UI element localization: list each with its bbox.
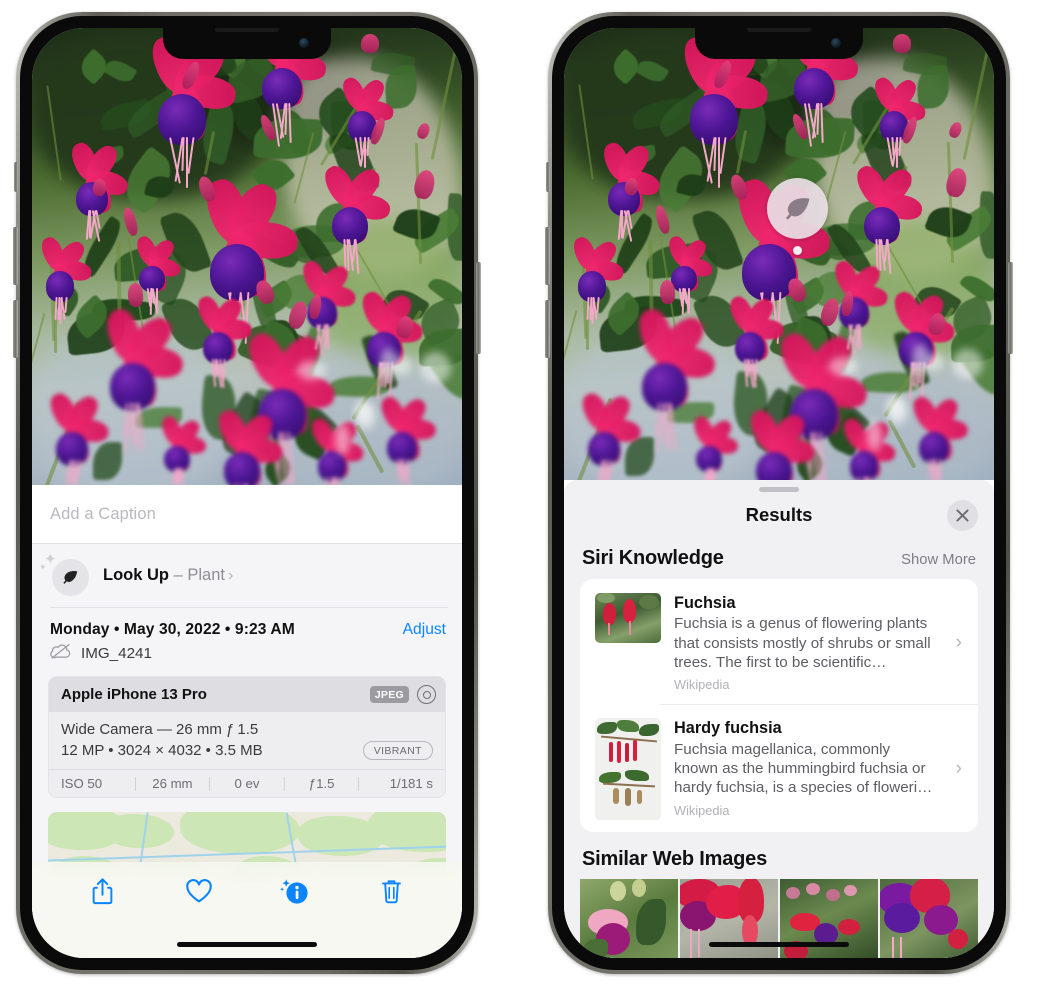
look-up-label: Look Up – Plant › (103, 566, 233, 585)
badge-anchor-dot (793, 246, 802, 255)
result-description: Fuchsia magellanica, commonly known as t… (674, 740, 933, 797)
result-thumbnail (595, 718, 661, 821)
chevron-right-icon: › (227, 567, 234, 584)
photo-info-sheet: Add a Caption ✦ ✦ Look Up – Plant › Mond… (32, 485, 462, 958)
exif-aperture: ƒ1.5 (308, 776, 335, 791)
screenshot-stage: Add a Caption ✦ ✦ Look Up – Plant › Mond… (0, 0, 1055, 985)
filename-row: IMG_4241 (32, 639, 462, 676)
camera-card-header: Apple iPhone 13 Pro JPEG (49, 677, 445, 712)
camera-card-body: Wide Camera — 26 mm ƒ 1.5 12 MP • 3024 ×… (49, 712, 445, 769)
camera-spec-line: 12 MP • 3024 × 4032 • 3.5 MB (61, 742, 263, 759)
result-source: Wikipedia (674, 802, 730, 818)
favorite-button[interactable] (182, 874, 216, 908)
screen-right: Results Siri Knowledge Show More Fuchsia… (564, 28, 994, 958)
similar-web-images-header: Similar Web Images (564, 832, 994, 879)
look-up-row[interactable]: ✦ ✦ Look Up – Plant › (32, 544, 462, 607)
camera-model: Apple iPhone 13 Pro (61, 686, 207, 703)
power-button[interactable] (1008, 262, 1013, 354)
exif-focal: 26 mm (152, 776, 193, 791)
volume-up-button[interactable] (545, 227, 550, 285)
photographic-style-badge: VIBRANT (362, 741, 433, 760)
leaf-icon (52, 559, 89, 596)
notch (695, 28, 863, 59)
camera-spec-row: 12 MP • 3024 × 4032 • 3.5 MB VIBRANT (61, 741, 433, 760)
volume-down-button[interactable] (545, 300, 550, 358)
home-indicator[interactable] (177, 942, 317, 947)
leaf-badge-icon (767, 178, 828, 239)
result-source: Wikipedia (674, 677, 730, 693)
iphone-right: Results Siri Knowledge Show More Fuchsia… (545, 12, 1013, 974)
front-camera-icon (299, 38, 309, 48)
home-indicator[interactable] (709, 942, 849, 947)
photo-datetime: Monday • May 30, 2022 • 9:23 AM (50, 621, 295, 638)
camera-header-tags: JPEG (369, 685, 436, 704)
earpiece-speaker (747, 28, 811, 32)
similar-web-images-title: Similar Web Images (582, 848, 767, 871)
caption-input[interactable]: Add a Caption (32, 485, 462, 544)
photo-viewer[interactable] (564, 28, 994, 480)
look-up-subject: Plant (187, 566, 225, 584)
visual-lookup-badge[interactable] (767, 178, 828, 255)
info-button[interactable] (278, 874, 312, 908)
front-camera-icon (831, 38, 841, 48)
device-bezel: Results Siri Knowledge Show More Fuchsia… (552, 16, 1006, 970)
siri-knowledge-title: Siri Knowledge (582, 547, 724, 569)
adjust-button[interactable]: Adjust (403, 621, 446, 639)
result-thumbnail (595, 593, 661, 643)
result-description: Fuchsia is a genus of flowering plants t… (674, 615, 931, 671)
iphone-left: Add a Caption ✦ ✦ Look Up – Plant › Mond… (13, 12, 481, 974)
screen-left: Add a Caption ✦ ✦ Look Up – Plant › Mond… (32, 28, 462, 958)
camera-exif-row: ISO 50 26 mm 0 ev ƒ1.5 1/181 s (49, 769, 445, 797)
siri-knowledge-card: Fuchsia Fuchsia is a genus of flowering … (580, 579, 978, 833)
list-item[interactable]: Hardy fuchsia Fuchsia magellanica, commo… (580, 704, 978, 832)
results-sheet: Results Siri Knowledge Show More Fuchsia… (564, 480, 994, 958)
exif-exposure: 0 ev (234, 776, 260, 791)
result-title: Fuchsia (674, 594, 736, 612)
list-item[interactable]: Fuchsia Fuchsia is a genus of flowering … (580, 579, 978, 704)
share-button[interactable] (85, 874, 119, 908)
result-title: Hardy fuchsia (674, 719, 782, 738)
format-badge: JPEG (369, 686, 409, 703)
volume-up-button[interactable] (13, 227, 18, 285)
web-image-thumbnail[interactable] (880, 879, 978, 958)
delete-button[interactable] (375, 874, 409, 908)
results-header: Results (564, 492, 994, 542)
photo-viewer[interactable] (32, 28, 462, 485)
toolbar-icons (32, 862, 462, 908)
power-button[interactable] (476, 262, 481, 354)
camera-lens-line: Wide Camera — 26 mm ƒ 1.5 (61, 721, 259, 738)
icloud-slash-icon (50, 643, 72, 664)
web-image-thumbnail[interactable] (580, 879, 678, 958)
look-up-dash: – (169, 566, 188, 584)
exif-shutter: 1/181 s (389, 776, 433, 791)
bottom-toolbar (32, 862, 462, 958)
exif-iso: ISO 50 (61, 776, 103, 791)
photo-filename: IMG_4241 (81, 645, 152, 662)
silence-switch[interactable] (14, 162, 18, 192)
result-text: Fuchsia Fuchsia is a genus of flowering … (674, 593, 943, 692)
camera-info-card: Apple iPhone 13 Pro JPEG Wide Camera — 2… (48, 676, 446, 798)
results-title: Results (745, 504, 813, 525)
result-text: Hardy fuchsia Fuchsia magellanica, commo… (674, 718, 943, 820)
close-icon (956, 509, 969, 522)
lens-icon (417, 685, 436, 704)
device-bezel: Add a Caption ✦ ✦ Look Up – Plant › Mond… (20, 16, 474, 970)
sparkle-icon-small: ✦ (39, 562, 47, 572)
volume-down-button[interactable] (13, 300, 18, 358)
chevron-right-icon: › (955, 631, 962, 653)
datetime-row: Monday • May 30, 2022 • 9:23 AM Adjust (32, 608, 462, 639)
chevron-right-icon: › (955, 758, 962, 780)
earpiece-speaker (215, 28, 279, 32)
close-button[interactable] (947, 500, 978, 531)
look-up-badge: ✦ ✦ (39, 552, 89, 596)
siri-knowledge-header: Siri Knowledge Show More (564, 542, 994, 579)
notch (163, 28, 331, 59)
silence-switch[interactable] (546, 162, 550, 192)
show-more-button[interactable]: Show More (901, 552, 976, 568)
look-up-title: Look Up (103, 566, 169, 584)
